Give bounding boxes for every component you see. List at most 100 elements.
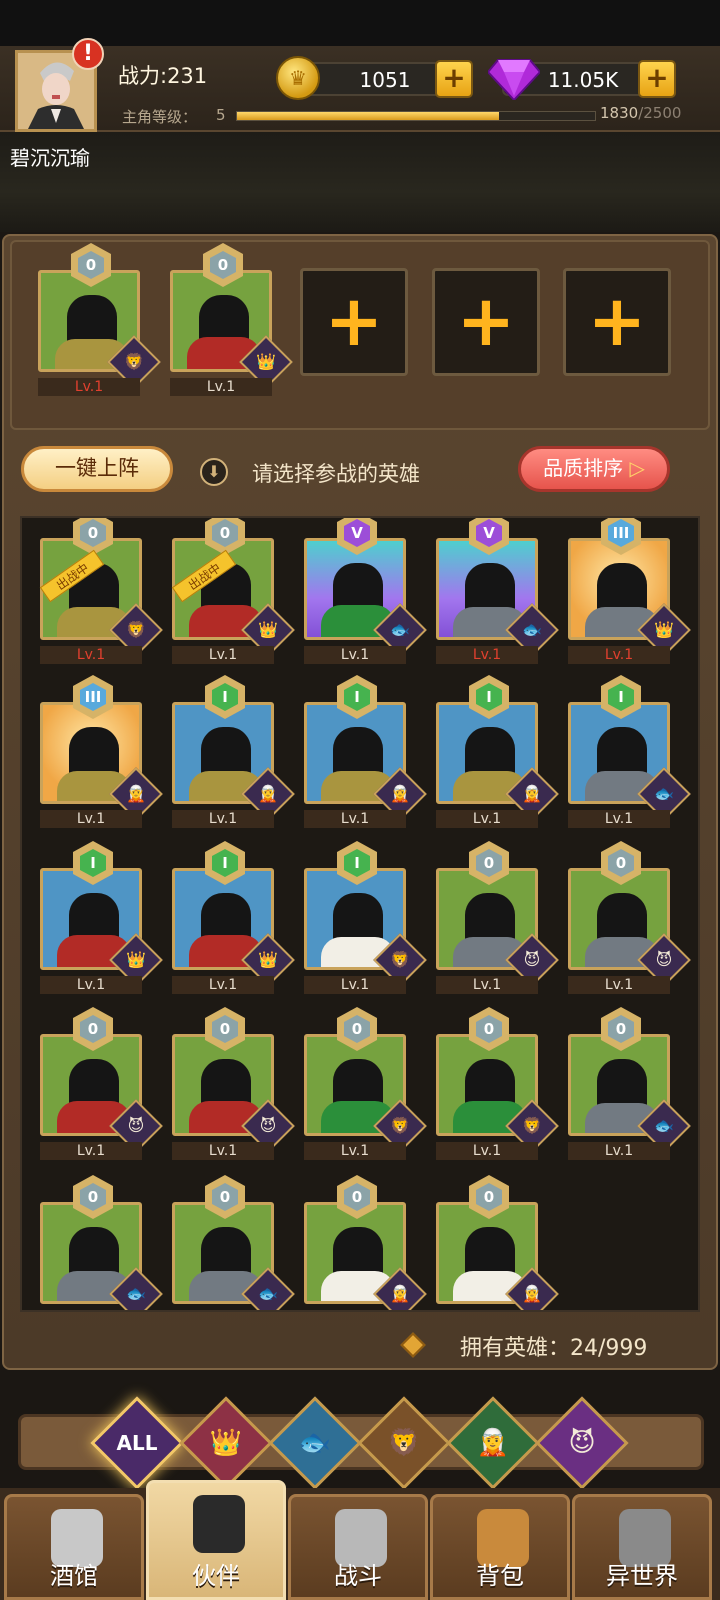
hero-level: Lv.1 <box>38 378 140 396</box>
add-hero-slot-button[interactable]: + <box>300 268 408 376</box>
rank-value: III <box>80 683 106 711</box>
filter-crown-icon: 👑 <box>209 1428 243 1458</box>
rank-value: 0 <box>80 519 106 547</box>
rank-badge: 0 <box>73 1007 113 1051</box>
xp-bar <box>236 111 596 121</box>
hero-card[interactable]: 0 🦁 出战中 <box>39 518 163 657</box>
hero-card[interactable]: 0 👑 出战中 <box>171 518 295 657</box>
hero-card[interactable]: 0 🦁 <box>304 1007 427 1153</box>
add-gems-button[interactable]: + <box>638 60 676 98</box>
hero-card[interactable]: 0 😈 <box>436 841 559 987</box>
nav-tab-3[interactable]: 背包 <box>430 1494 570 1600</box>
hero-level: Lv.1 <box>304 646 406 664</box>
rank-badge: 0 <box>601 841 641 885</box>
hero-level: Lv.1 <box>170 378 272 396</box>
nav-tab-0[interactable]: 酒馆 <box>4 1494 144 1600</box>
nav-label: 伙伴 <box>192 1562 240 1590</box>
hero-level: Lv.1 <box>436 976 538 994</box>
hero-card[interactable]: 0 🦁 <box>436 1007 559 1153</box>
hero-card[interactable]: I 🧝 <box>172 675 295 821</box>
rank-badge: I <box>469 675 509 719</box>
filter-fish-button[interactable]: 🐟 <box>268 1396 362 1490</box>
rank-value: 0 <box>476 1183 502 1211</box>
hero-level: Lv.1 <box>40 810 142 828</box>
nav-label: 背包 <box>476 1562 524 1590</box>
hero-card[interactable]: I 🧝 <box>436 675 559 821</box>
alert-badge[interactable]: ! <box>72 38 104 70</box>
hero-level: Lv.1 <box>172 810 274 828</box>
filter-elf-button[interactable]: 🧝 <box>446 1396 540 1490</box>
hero-grid[interactable]: 0 🦁 出战中 Lv.1 0 👑 出战中 Lv.1 V 🐟 Lv.1 V 🐟 Lv.1 III 👑 Lv.1 II… <box>20 516 700 1312</box>
filter-all-button[interactable]: ALL <box>90 1396 184 1490</box>
hero-card[interactable]: I 🧝 <box>304 675 427 821</box>
rank-badge: 0 <box>205 1175 245 1219</box>
rank-badge: I <box>337 841 377 885</box>
xp-text: 1830/2500 <box>600 104 681 122</box>
rank-value: 0 <box>344 1015 370 1043</box>
hero-card[interactable]: III 👑 <box>568 518 691 657</box>
hero-level: Lv.1 <box>568 810 670 828</box>
coin-icon: ♛ <box>276 56 320 100</box>
nav-tab-1[interactable]: 伙伴 <box>146 1480 286 1600</box>
hero-card[interactable]: 0 🧝 <box>304 1175 427 1310</box>
add-hero-slot-button[interactable]: + <box>432 268 540 376</box>
rank-value: 0 <box>80 1015 106 1043</box>
down-arrow-icon[interactable]: ⬇ <box>200 458 228 486</box>
add-coins-button[interactable]: + <box>435 60 473 98</box>
rank-badge: 0 <box>337 1175 377 1219</box>
filter-lion-button[interactable]: 🦁 <box>357 1396 451 1490</box>
hero-level: Lv.1 <box>568 646 670 664</box>
hero-card[interactable]: 0 🐟 <box>172 1175 295 1310</box>
gem-icon <box>488 59 540 100</box>
one-key-deploy-button[interactable]: 一键上阵 <box>21 446 173 492</box>
rank-badge: I <box>205 841 245 885</box>
hero-card[interactable]: 0 🐟 <box>40 1175 163 1310</box>
hero-level: Lv.1 <box>304 810 406 828</box>
rank-value: V <box>476 519 502 547</box>
rank-value: 0 <box>608 849 634 877</box>
hero-card[interactable]: 0 🧝 <box>436 1175 559 1310</box>
filter-demon-icon: 😈 <box>568 1428 596 1458</box>
filter-demon-button[interactable]: 😈 <box>535 1396 629 1490</box>
hero-card[interactable]: V 🐟 <box>436 518 559 657</box>
hero-card[interactable]: V 🐟 <box>304 518 427 657</box>
rank-badge: 0 <box>601 1007 641 1051</box>
hero-card[interactable]: I 👑 <box>40 841 163 987</box>
hero-level: Lv.1 <box>568 1142 670 1160</box>
rank-badge: 0 <box>469 1175 509 1219</box>
hero-card[interactable]: 0 😈 <box>568 841 691 987</box>
hero-card[interactable]: 0 🐟 <box>568 1007 691 1153</box>
hero-level: Lv.1 <box>172 976 274 994</box>
scene-background <box>0 132 720 232</box>
hero-card[interactable]: III 🧝 <box>40 675 163 821</box>
hero-level: Lv.1 <box>40 646 142 664</box>
select-hint: 请选择参战的英雄 <box>252 462 420 486</box>
hero-level: Lv.1 <box>304 976 406 994</box>
combat-power: 战力:231 <box>118 64 208 88</box>
rank-value: 0 <box>212 519 238 547</box>
hero-card[interactable]: 0 😈 <box>40 1007 163 1153</box>
hero-card[interactable]: I 🦁 <box>304 841 427 987</box>
hero-level: Lv.1 <box>40 976 142 994</box>
nav-tab-2[interactable]: 战斗 <box>288 1494 428 1600</box>
nav-tab-4[interactable]: 异世界 <box>572 1494 712 1600</box>
owned-heroes-count: 拥有英雄：24/999 <box>460 1336 648 1361</box>
rank-badge: V <box>337 518 377 555</box>
sort-label: 品质排序 <box>543 456 624 480</box>
rank-badge: I <box>73 841 113 885</box>
team-slot-card[interactable]: 0 👑 <box>170 243 293 389</box>
nav-label: 异世界 <box>606 1562 678 1590</box>
quality-sort-button[interactable]: 品质排序 ▷ <box>518 446 670 492</box>
hero-level: Lv.1 <box>172 646 274 664</box>
rank-value: 0 <box>210 251 236 279</box>
hero-card[interactable]: I 👑 <box>172 841 295 987</box>
hero-card[interactable]: 0 😈 <box>172 1007 295 1153</box>
add-hero-slot-button[interactable]: + <box>563 268 671 376</box>
rank-badge: III <box>73 675 113 719</box>
filter-lion-icon: 🦁 <box>387 1428 421 1458</box>
hero-card[interactable]: I 🐟 <box>568 675 691 821</box>
filter-crown-button[interactable]: 👑 <box>179 1396 273 1490</box>
level-value: 5 <box>216 106 226 124</box>
team-slot-card[interactable]: 0 🦁 <box>38 243 161 389</box>
rank-value: 0 <box>344 1183 370 1211</box>
